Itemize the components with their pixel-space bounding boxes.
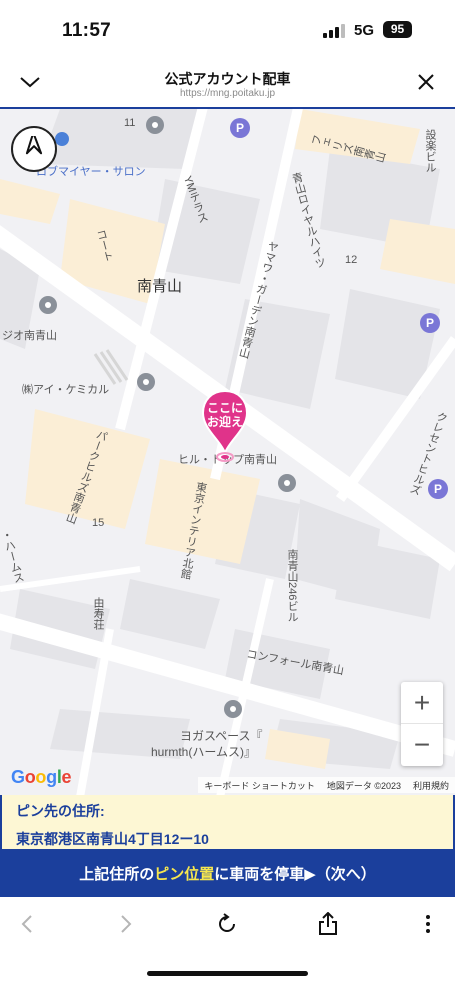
cta-text-part1: 上記住所の [79, 865, 155, 883]
map-label-sekkei-bldg: 設楽ビル [424, 129, 436, 173]
pickup-pin[interactable]: ここに お迎え [201, 389, 249, 465]
address-value: 東京都港区南青山4丁目12ー10 [16, 831, 209, 847]
zoom-out-button[interactable]: − [401, 724, 443, 766]
address-label: ピン先の住所: [16, 803, 105, 819]
navigation-arrow-icon[interactable] [11, 126, 57, 172]
svg-text:P: P [426, 316, 434, 330]
map-label-yoga-space: ヨガスペース『 [180, 729, 263, 743]
map-label-block-12: 12 [345, 254, 358, 266]
map-attribution: キーボード ショートカット 地図データ ©2023 利用規約 [198, 777, 455, 793]
browser-toolbar [0, 897, 455, 951]
map-label-minami-aoyama: 南青山 [137, 278, 183, 295]
page-url: https://mng.poitaku.jp [179, 88, 276, 99]
chevron-left-icon[interactable] [12, 909, 42, 939]
map[interactable]: P P P 11 ロブマイヤー・サロン YMテラス フェリズ南青山 設楽ビル 青… [0, 107, 455, 795]
cta-highlight: ピン位置 [154, 865, 215, 883]
map-label-block-11: 11 [124, 117, 136, 129]
map-label-jio: ジオ南青山 [2, 330, 57, 342]
header: 公式アカウント配車 https://mng.poitaku.jp [0, 60, 455, 105]
google-logo: Google [11, 767, 72, 787]
map-label-ai-chemical: ㈱アイ・ケミカル [22, 384, 110, 396]
chevron-right-icon[interactable] [111, 909, 141, 939]
status-bar: 11:57 5G 95 [0, 0, 455, 60]
zoom-controls: + − [401, 682, 443, 766]
map-label-minami-aoyama-246: 南青山246ビル [286, 549, 298, 623]
zoom-in-button[interactable]: + [401, 682, 443, 724]
page-title: 公式アカウント配車 [164, 71, 291, 87]
cta-text-part2: に車両を停車▶（次へ） [214, 865, 376, 883]
home-indicator [147, 971, 308, 976]
pin-text: ここに お迎え [206, 401, 243, 429]
battery-icon: 95 [383, 21, 412, 38]
stop-at-pin-button[interactable]: 上記住所の ピン位置 に車両を停車▶（次へ） [0, 849, 455, 897]
map-label-salon[interactable]: ロブマイヤー・サロン [36, 163, 146, 179]
map-label-block-15: 15 [92, 517, 105, 529]
status-time: 11:57 [62, 20, 112, 41]
share-icon[interactable] [313, 909, 343, 939]
address-panel: ピン先の住所: 東京都港区南青山4丁目12ー10 [0, 795, 455, 849]
close-icon[interactable] [410, 66, 442, 98]
svg-text:P: P [236, 121, 244, 135]
keyboard-shortcuts-link[interactable]: キーボード ショートカット [204, 779, 315, 792]
svg-text:P: P [434, 482, 442, 496]
signal-icon [323, 24, 345, 38]
terms-link[interactable]: 利用規約 [413, 779, 449, 792]
map-data-text: 地図データ ©2023 [326, 780, 401, 791]
network-type: 5G [354, 22, 375, 39]
reload-icon[interactable] [212, 909, 242, 939]
map-label-hurmth: hurmth(ハームス)』 [151, 745, 256, 759]
more-vertical-icon[interactable] [413, 909, 443, 939]
map-label-yushuso: 由寿荘 [92, 597, 104, 630]
